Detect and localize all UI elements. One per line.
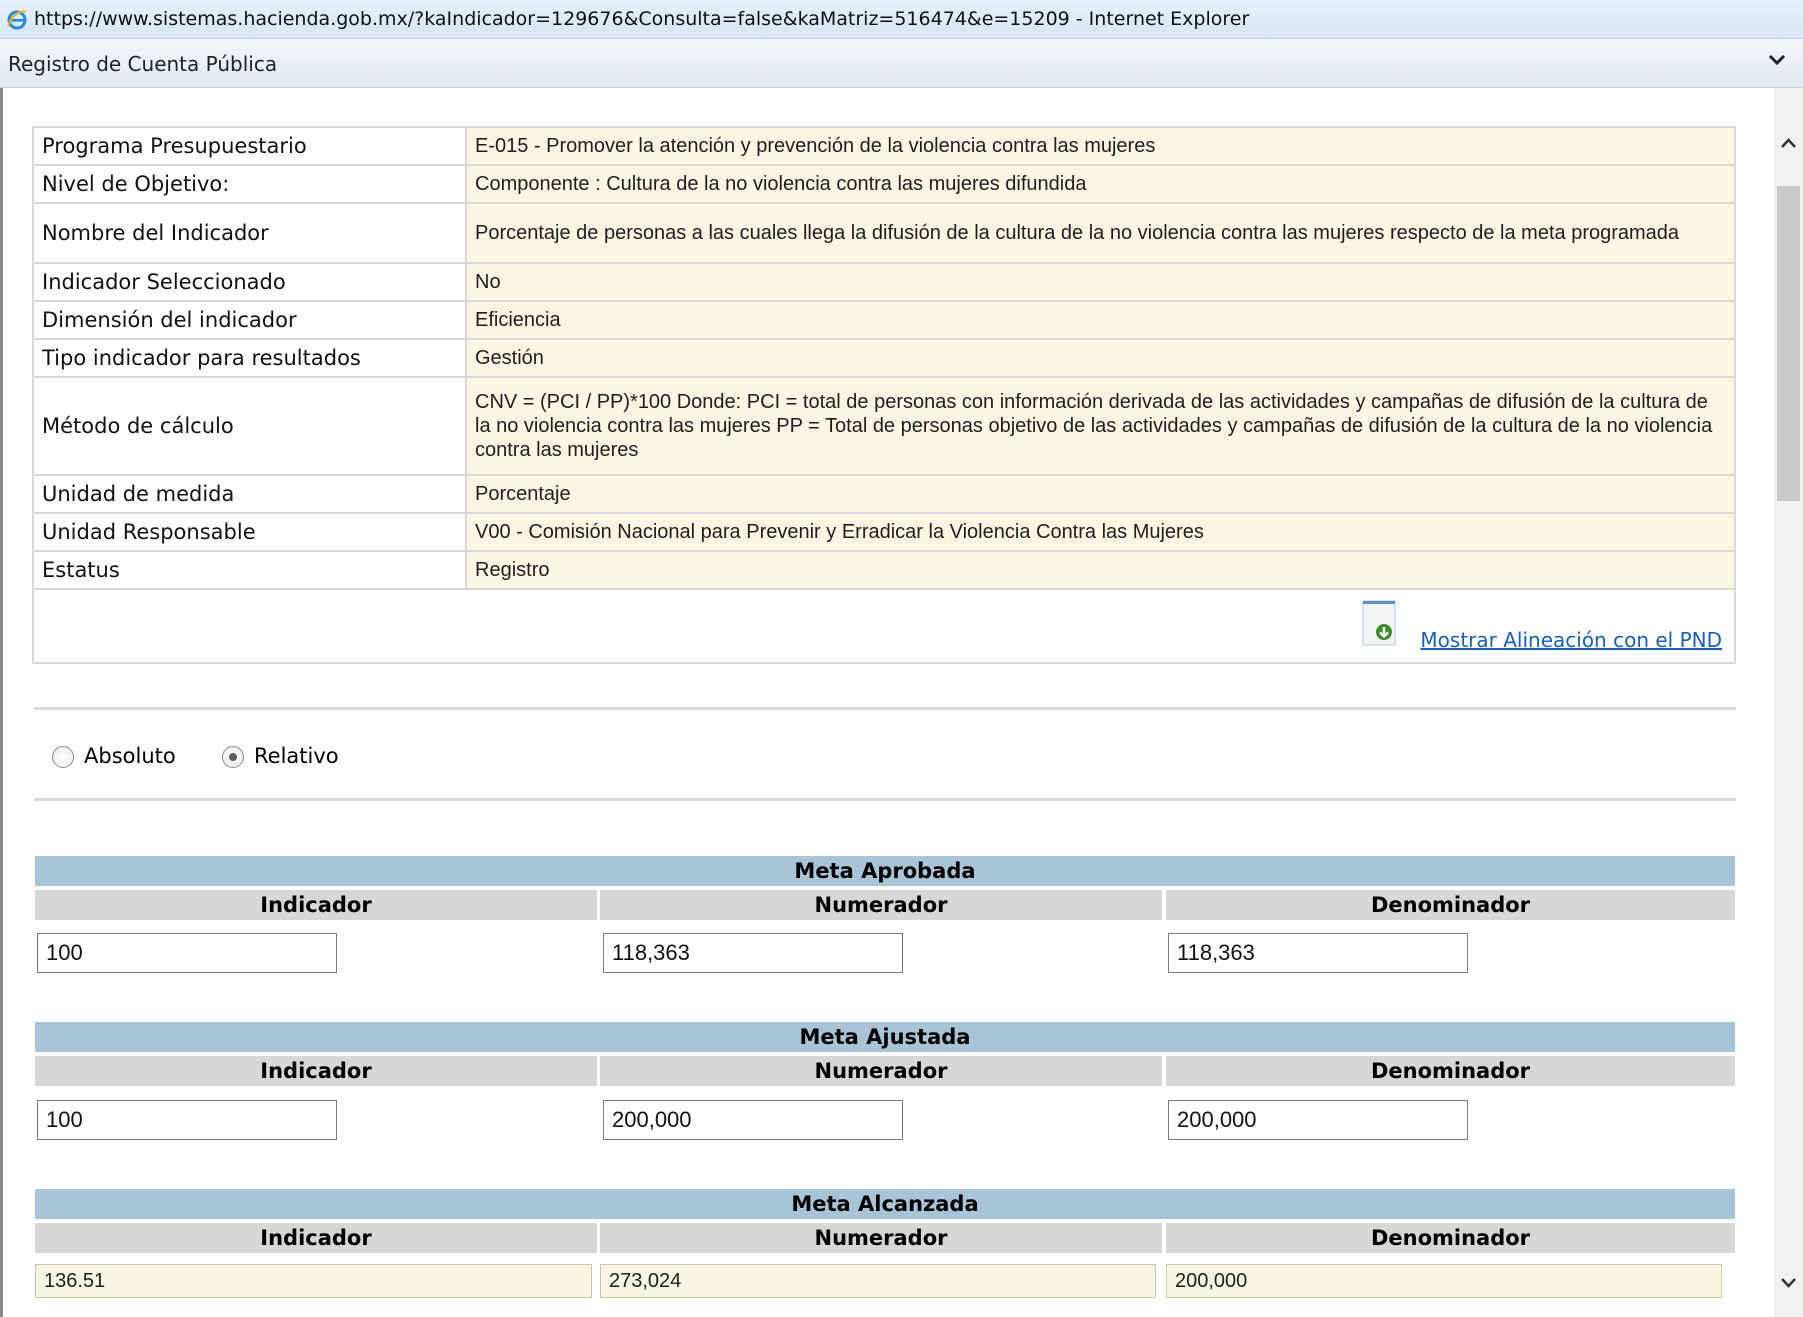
panel-header[interactable]: Registro de Cuenta Pública [0, 39, 1803, 88]
scroll-up-arrow-icon[interactable] [1774, 128, 1803, 158]
meta-aprobada-header: Meta Aprobada [35, 856, 1735, 886]
radio-button-selected[interactable] [222, 746, 244, 768]
row-value: E-015 - Promover la atención y prevenció… [465, 126, 1736, 166]
row-label: Nombre del Indicador [32, 202, 467, 264]
table-row: Nombre del Indicador Porcentaje de perso… [32, 202, 1736, 264]
divider [34, 707, 1736, 710]
row-label: Unidad de medida [32, 474, 467, 514]
table-row: Dimensión del indicador Eficiencia [32, 300, 1736, 340]
row-label: Tipo indicador para resultados [32, 338, 467, 378]
table-row: Tipo indicador para resultados Gestión [32, 338, 1736, 378]
row-label: Indicador Seleccionado [32, 262, 467, 302]
show-pnd-alignment-link[interactable]: Mostrar Alineación con el PND [1420, 628, 1722, 652]
column-header-indicador: Indicador [35, 1056, 597, 1086]
row-label: Nivel de Objetivo: [32, 164, 467, 204]
column-header-denominador: Denominador [1166, 890, 1735, 920]
table-row: Unidad Responsable V00 - Comisión Nacion… [32, 512, 1736, 552]
row-value: Porcentaje [465, 474, 1736, 514]
vertical-scrollbar[interactable] [1774, 88, 1803, 1317]
table-row: Indicador Seleccionado No [32, 262, 1736, 302]
table-row: Estatus Registro [32, 550, 1736, 590]
alcanzada-denominador-field: 200,000 [1166, 1264, 1722, 1298]
indicator-info-table: Programa Presupuestario E-015 - Promover… [32, 126, 1736, 664]
row-label: Unidad Responsable [32, 512, 467, 552]
radio-button[interactable] [52, 746, 74, 768]
add-circle-icon[interactable] [1362, 600, 1396, 646]
column-header-indicador: Indicador [35, 890, 597, 920]
column-header-numerador: Numerador [600, 1056, 1162, 1086]
panel-title: Registro de Cuenta Pública [8, 52, 278, 76]
table-row: Método de cálculo CNV = (PCI / PP)*100 D… [32, 376, 1736, 476]
alcanzada-numerador-field: 273,024 [600, 1264, 1156, 1298]
radio-label: Absoluto [84, 744, 176, 768]
radio-label: Relativo [254, 744, 339, 768]
row-label: Estatus [32, 550, 467, 590]
table-row: Mostrar Alineación con el PND [32, 588, 1736, 664]
browser-title-bar: https://www.sistemas.hacienda.gob.mx/?ka… [0, 0, 1803, 39]
row-value: V00 - Comisión Nacional para Prevenir y … [465, 512, 1736, 552]
row-label: Método de cálculo [32, 376, 467, 476]
ajustada-numerador-input[interactable]: 200,000 [603, 1100, 903, 1140]
row-value: Porcentaje de personas a las cuales lleg… [465, 202, 1736, 264]
table-row: Nivel de Objetivo: Componente : Cultura … [32, 164, 1736, 204]
row-label: Dimensión del indicador [32, 300, 467, 340]
meta-alcanzada-header: Meta Alcanzada [35, 1189, 1735, 1219]
column-header-indicador: Indicador [35, 1223, 597, 1253]
left-border [0, 88, 3, 1317]
aprobada-indicador-input[interactable]: 100 [37, 933, 337, 973]
ajustada-indicador-input[interactable]: 100 [37, 1100, 337, 1140]
row-value: Componente : Cultura de la no violencia … [465, 164, 1736, 204]
scrollbar-thumb[interactable] [1777, 186, 1800, 501]
row-value: Gestión [465, 338, 1736, 378]
row-label: Programa Presupuestario [32, 126, 467, 166]
row-value: No [465, 262, 1736, 302]
chevron-down-icon[interactable] [1765, 47, 1789, 71]
row-value: Registro [465, 550, 1736, 590]
column-header-denominador: Denominador [1166, 1223, 1735, 1253]
table-row: Unidad de medida Porcentaje [32, 474, 1736, 514]
column-header-numerador: Numerador [600, 890, 1162, 920]
column-header-denominador: Denominador [1166, 1056, 1735, 1086]
divider [34, 798, 1736, 801]
ajustada-denominador-input[interactable]: 200,000 [1168, 1100, 1468, 1140]
row-value: CNV = (PCI / PP)*100 Donde: PCI = total … [465, 376, 1736, 476]
table-row: Programa Presupuestario E-015 - Promover… [32, 126, 1736, 166]
aprobada-denominador-input[interactable]: 118,363 [1168, 933, 1468, 973]
alcanzada-indicador-field: 136.51 [35, 1264, 592, 1298]
scroll-down-arrow-icon[interactable] [1774, 1268, 1803, 1298]
row-value: Eficiencia [465, 300, 1736, 340]
internet-explorer-icon [7, 10, 27, 30]
alignment-link-cell: Mostrar Alineación con el PND [32, 588, 1736, 664]
column-header-numerador: Numerador [600, 1223, 1162, 1253]
meta-ajustada-header: Meta Ajustada [35, 1022, 1735, 1052]
aprobada-numerador-input[interactable]: 118,363 [603, 933, 903, 973]
window-title: https://www.sistemas.hacienda.gob.mx/?ka… [34, 8, 1250, 30]
